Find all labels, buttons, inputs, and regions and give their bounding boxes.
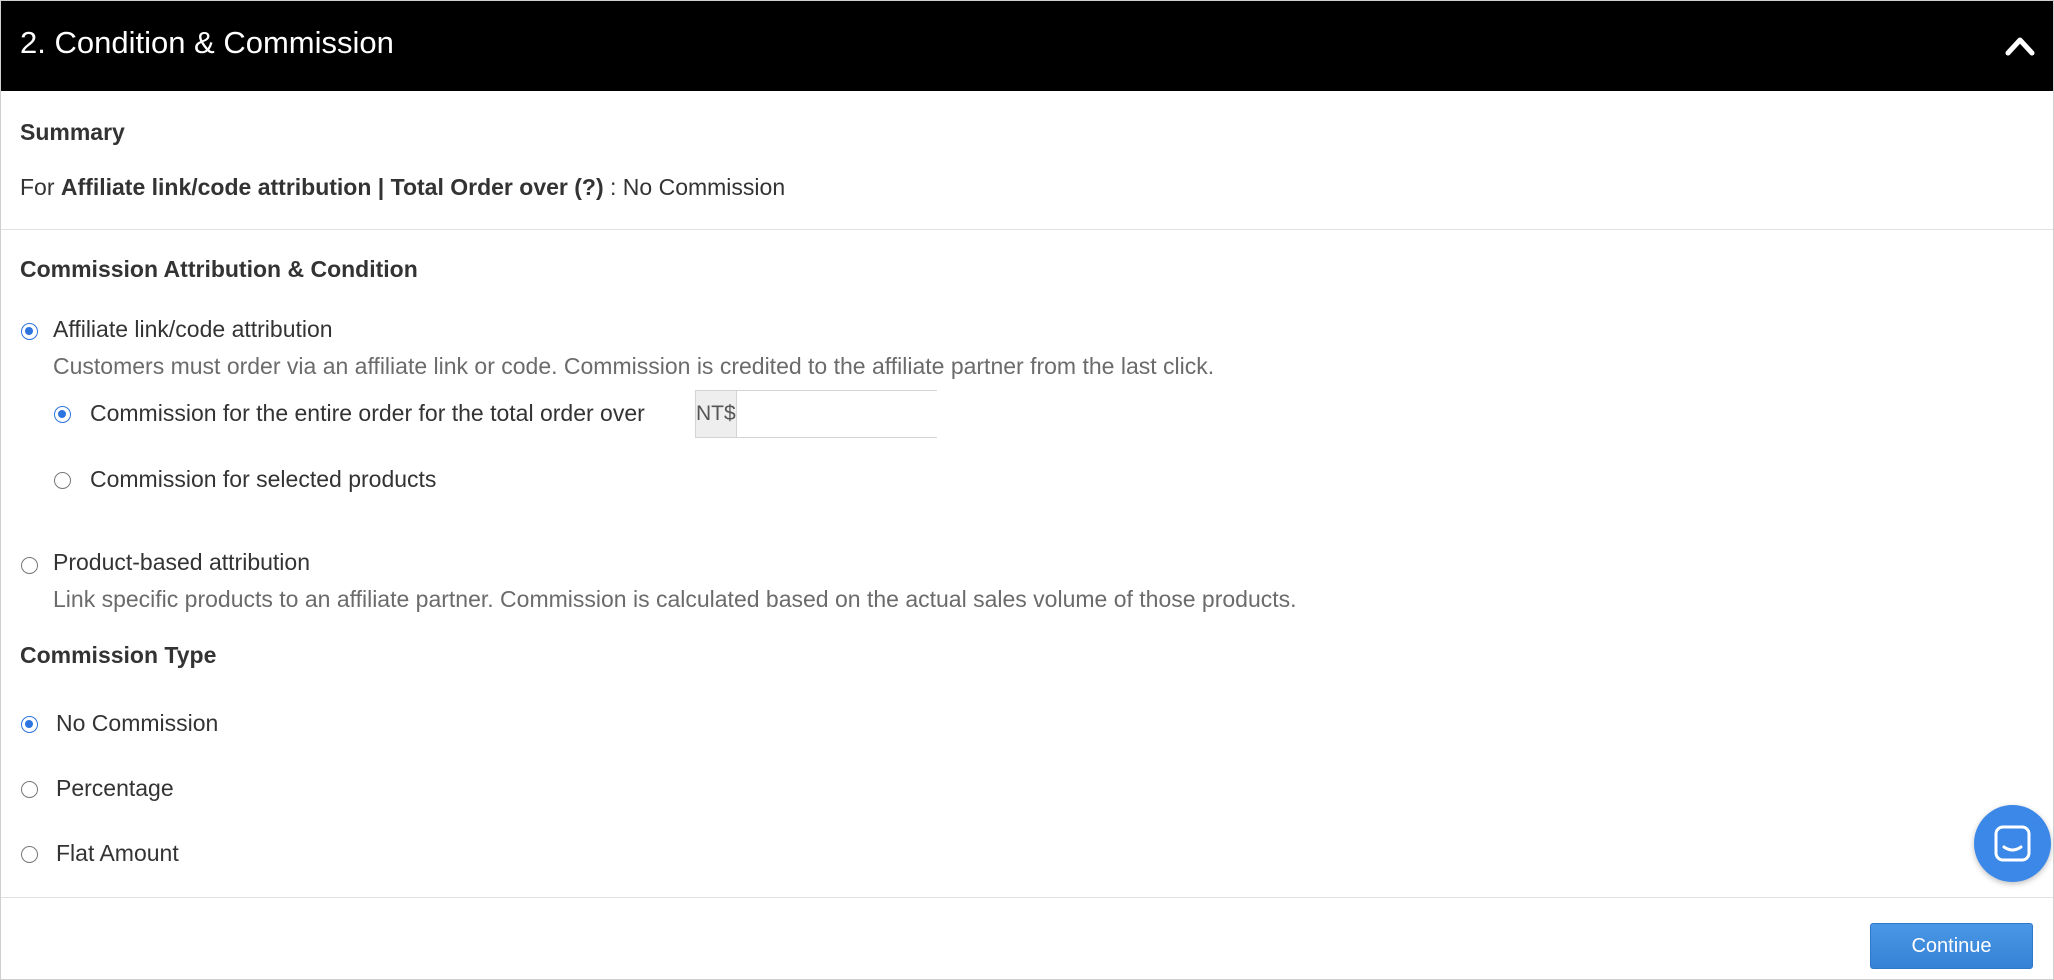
- condition-commission-panel: 2. Condition & Commission Summary For Af…: [0, 0, 2054, 980]
- summary-text: For Affiliate link/code attribution | To…: [20, 174, 785, 201]
- flat-amount-radio[interactable]: [21, 846, 38, 863]
- continue-button[interactable]: Continue: [1870, 923, 2033, 969]
- no-commission-label[interactable]: No Commission: [56, 710, 218, 737]
- selected-products-radio[interactable]: [54, 472, 71, 489]
- product-attribution-description: Link specific products to an affiliate p…: [53, 586, 1297, 612]
- summary-prefix: For: [20, 174, 61, 200]
- summary-condition: Total Order over (?): [390, 174, 604, 200]
- summary-attribution: Affiliate link/code attribution: [60, 174, 372, 200]
- summary-section: Summary For Affiliate link/code attribut…: [1, 91, 2053, 230]
- summary-separator: |: [371, 174, 391, 200]
- summary-result: No Commission: [622, 174, 786, 200]
- commission-type-heading: Commission Type: [20, 642, 217, 668]
- product-attribution-label[interactable]: Product-based attribution: [53, 549, 310, 576]
- affiliate-attribution-radio[interactable]: [21, 323, 38, 340]
- attribution-heading: Commission Attribution & Condition: [20, 256, 418, 282]
- footer-divider: [1, 897, 2053, 898]
- product-attribution-radio[interactable]: [21, 557, 38, 574]
- summary-colon: :: [603, 174, 623, 200]
- summary-heading: Summary: [20, 119, 125, 145]
- chat-launcher-button[interactable]: [1974, 805, 2051, 882]
- order-threshold-input[interactable]: [736, 391, 1028, 437]
- affiliate-attribution-description: Customers must order via an affiliate li…: [53, 353, 1215, 379]
- chevron-up-icon[interactable]: [2003, 29, 2037, 63]
- no-commission-radio[interactable]: [21, 716, 38, 733]
- selected-products-label[interactable]: Commission for selected products: [90, 466, 436, 493]
- entire-order-radio[interactable]: [54, 406, 71, 423]
- percentage-label[interactable]: Percentage: [56, 775, 174, 802]
- chat-bubble-icon: [1994, 825, 2031, 862]
- currency-prefix: NT$: [696, 391, 737, 437]
- percentage-radio[interactable]: [21, 781, 38, 798]
- section-title: 2. Condition & Commission: [20, 25, 394, 60]
- affiliate-attribution-label[interactable]: Affiliate link/code attribution: [53, 316, 333, 343]
- flat-amount-label[interactable]: Flat Amount: [56, 840, 179, 867]
- section-header[interactable]: 2. Condition & Commission: [1, 1, 2053, 91]
- order-threshold-group: NT$: [695, 390, 1028, 438]
- entire-order-label[interactable]: Commission for the entire order for the …: [90, 400, 645, 427]
